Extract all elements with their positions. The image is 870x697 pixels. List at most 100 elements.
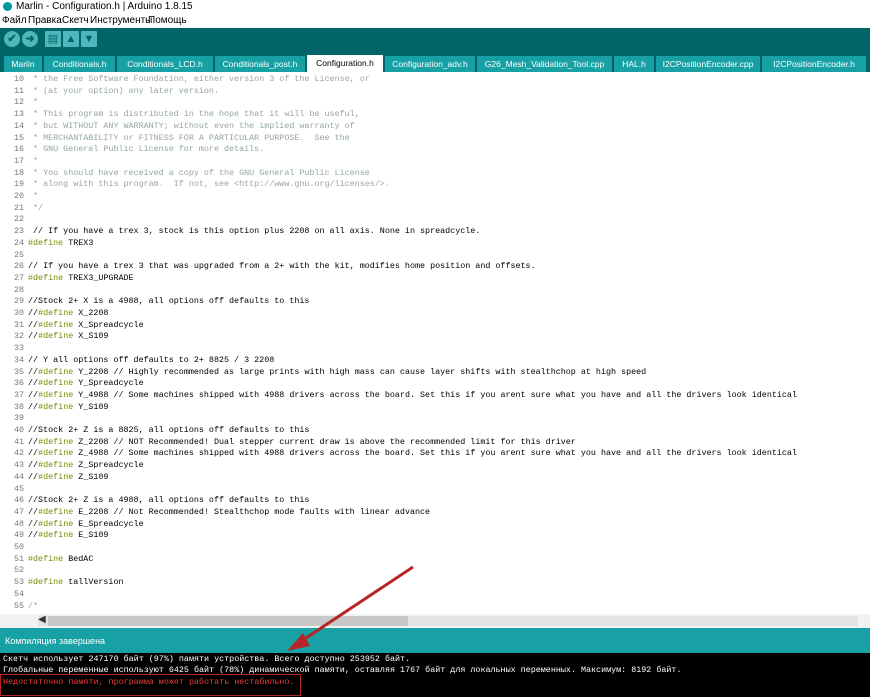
title-bar: Marlin - Configuration.h | Arduino 1.8.1… (0, 0, 870, 14)
line-number: 51 (13, 553, 24, 564)
menu-file[interactable]: Файл (2, 15, 27, 26)
code-text: //Stock 2+ Z is a 8825, all options off … (28, 425, 310, 435)
line-number: 16 (13, 144, 24, 155)
code-text: //#define E_S109 (28, 530, 109, 541)
code-editor[interactable]: 10 * the Free Software Foundation, eithe… (0, 72, 870, 614)
code-text: * (at your option) any later version. (28, 85, 219, 96)
tab-conditionals[interactable]: Conditionals.h (44, 56, 115, 72)
line-number: 40 (13, 425, 24, 435)
code-text: #define TREX3_UPGRADE (28, 272, 134, 283)
tab-conditionals-lcd[interactable]: Conditionals_LCD.h (117, 56, 213, 72)
code-text: //#define Z_Spreadcycle (28, 460, 144, 471)
menu-tools[interactable]: Инструменты (90, 15, 152, 26)
new-file-icon: ▤ (47, 33, 59, 45)
code-text: * You should have received a copy of the… (28, 167, 370, 178)
code-text: //#define Y_Spreadcycle (28, 378, 144, 389)
code-text: //#define E_2208 // Not Recommended! Ste… (28, 506, 431, 517)
scroll-thumb[interactable] (48, 616, 408, 626)
status-bar: Компиляция завершена (0, 628, 870, 653)
code-text: * (28, 97, 39, 108)
code-text: //#define Z_2208 // NOT Recommended! Dua… (28, 436, 576, 447)
line-number: 14 (13, 120, 24, 131)
line-number: 24 (13, 237, 24, 248)
line-number: 20 (13, 191, 24, 201)
line-number: 50 (13, 542, 24, 552)
line-number: 22 (13, 214, 24, 225)
code-text: * (28, 191, 39, 201)
line-number: 33 (13, 343, 24, 354)
menu-help[interactable]: Помощь (148, 15, 187, 26)
tab-marlin[interactable]: Marlin (4, 56, 42, 72)
code-text: //#define Y_4988 // Some machines shippe… (28, 389, 797, 400)
line-number: 53 (13, 577, 24, 588)
code-text: // Y all options off defaults to 2+ 8825… (28, 354, 275, 365)
upload-button[interactable]: ➜ (22, 31, 38, 47)
horizontal-scrollbar[interactable]: ◀ (0, 614, 870, 628)
tab-hal[interactable]: HAL.h (614, 56, 654, 72)
code-text: * GNU General Public License for more de… (28, 144, 265, 155)
save-button[interactable]: ▼ (81, 31, 97, 47)
code-text: #define tallVersion (28, 577, 124, 588)
status-text: Компиляция завершена (5, 636, 106, 646)
toolbar: ✔ ➜ ▤ ▲ ▼ (0, 28, 870, 52)
code-text: */ (28, 202, 44, 213)
code-text: // If you have a trex 3 that was upgrade… (28, 261, 536, 272)
upload-arrow-icon: ▲ (65, 33, 77, 45)
line-number: 45 (13, 483, 24, 494)
code-text: //#define X_2208 (28, 308, 109, 318)
tab-configuration[interactable]: Configuration.h (307, 55, 383, 72)
line-number: 26 (13, 261, 24, 272)
tab-g26-mesh[interactable]: G26_Mesh_Validation_Tool.cpp (477, 56, 612, 72)
menu-sketch[interactable]: Скетч (62, 15, 89, 26)
tab-i2c-cpp[interactable]: I2CPositionEncoder.cpp (656, 56, 760, 72)
code-text: //#define X_Spreadcycle (28, 319, 144, 330)
code-text: //#define Y_2208 // Highly recommended a… (28, 366, 647, 377)
line-number: 11 (13, 85, 24, 96)
download-arrow-icon: ▼ (83, 33, 95, 45)
line-number: 54 (13, 588, 24, 599)
line-number: 35 (13, 366, 24, 377)
line-number: 21 (13, 202, 24, 213)
window-title: Marlin - Configuration.h | Arduino 1.8.1… (16, 1, 193, 12)
check-icon: ✔ (7, 33, 17, 45)
menu-edit[interactable]: Правка (28, 15, 62, 26)
line-number: 38 (13, 401, 24, 412)
line-number: 18 (13, 167, 24, 178)
line-number: 55 (13, 600, 24, 611)
scroll-left-icon[interactable]: ◀ (38, 614, 46, 625)
code-text: //#define X_S109 (28, 331, 109, 342)
line-number: 41 (13, 436, 24, 447)
open-button[interactable]: ▲ (63, 31, 79, 47)
line-number: 17 (13, 155, 24, 166)
line-number: 36 (13, 378, 24, 389)
line-number: 13 (13, 109, 24, 120)
line-number: 12 (13, 97, 24, 108)
line-number: 39 (13, 413, 24, 424)
line-number: 48 (13, 518, 24, 529)
tab-bar: Marlin Conditionals.h Conditionals_LCD.h… (0, 52, 870, 72)
line-number: 32 (13, 331, 24, 342)
code-text: #define TREX3 (28, 237, 94, 248)
arduino-logo-icon (3, 2, 12, 11)
line-number: 49 (13, 530, 24, 541)
line-number: 28 (13, 284, 24, 295)
tab-configuration-adv[interactable]: Configuration_adv.h (385, 56, 475, 72)
menu-bar: Файл Правка Скетч Инструменты Помощь (0, 14, 870, 28)
line-number: 37 (13, 389, 24, 400)
code-text: * but WITHOUT ANY WARRANTY; without even… (28, 120, 355, 131)
code-text: //Stock 2+ Z is a 4988, all options off … (28, 495, 310, 506)
tab-conditionals-post[interactable]: Conditionals_post.h (215, 56, 305, 72)
new-button[interactable]: ▤ (45, 31, 61, 47)
arrow-right-icon: ➜ (25, 33, 35, 45)
annotation-highlight-box (0, 674, 301, 696)
line-number: 43 (13, 460, 24, 471)
code-text: //Stock 2+ X is a 4988, all options off … (28, 296, 310, 307)
verify-button[interactable]: ✔ (4, 31, 20, 47)
code-text: //#define E_Spreadcycle (28, 518, 144, 529)
code-text: * the Free Software Foundation, either v… (28, 74, 370, 84)
line-number: 46 (13, 495, 24, 506)
line-number: 42 (13, 448, 24, 459)
tab-i2c-h[interactable]: I2CPositionEncoder.h (762, 56, 866, 72)
code-text: * This program is distributed in the hop… (28, 109, 360, 120)
line-number: 23 (13, 226, 24, 237)
